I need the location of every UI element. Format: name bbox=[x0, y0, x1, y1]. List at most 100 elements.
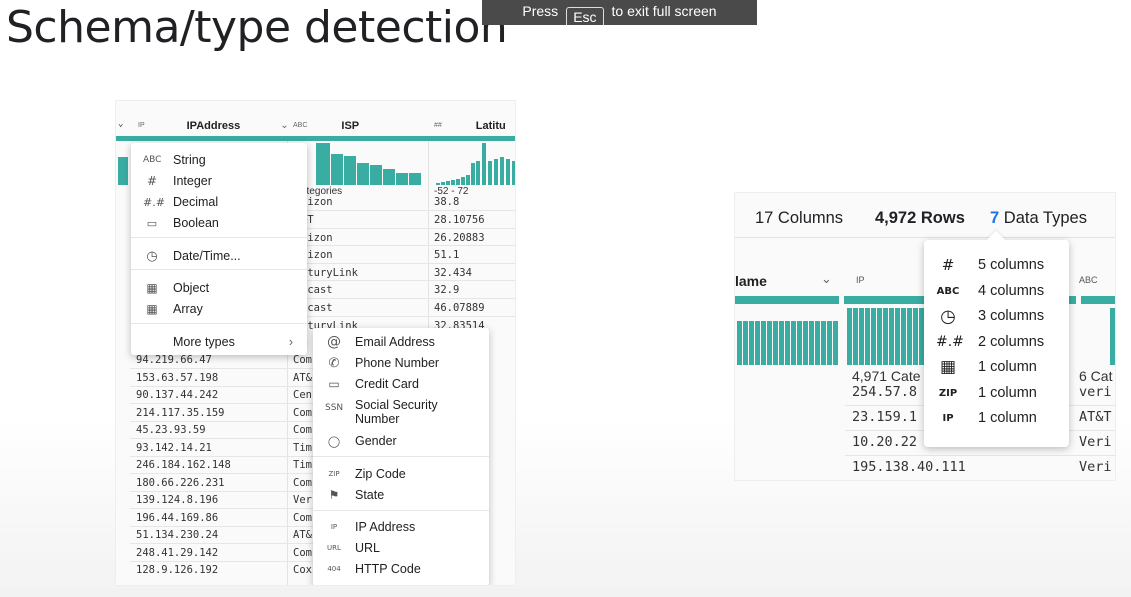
column-header-name[interactable]: lame bbox=[735, 273, 767, 289]
histogram-bar bbox=[482, 143, 486, 185]
menu-item-label: Decimal bbox=[173, 195, 219, 209]
histogram-bar bbox=[494, 159, 498, 185]
menu-item-array[interactable]: ▦ Array bbox=[143, 300, 203, 318]
tooltip-count: 5 columns bbox=[978, 257, 1045, 273]
data-types-link[interactable]: 7 Data Types bbox=[990, 209, 1087, 228]
histogram-bar bbox=[331, 154, 343, 185]
ip-cell: 214.117.35.159 bbox=[136, 407, 225, 419]
submenu-item-state[interactable]: ⚑ State bbox=[325, 486, 385, 504]
latitude-cell: 51.1 bbox=[434, 249, 460, 261]
clock-icon: ◷ bbox=[940, 305, 956, 327]
type-badge: ABC bbox=[293, 122, 308, 129]
column-header-ipaddress[interactable]: IP IPAddress ⌄ bbox=[138, 117, 289, 134]
column-name: Latitu bbox=[475, 119, 506, 132]
menu-item-label: Integer bbox=[173, 174, 212, 188]
menu-item-boolean[interactable]: ▭ Boolean bbox=[143, 214, 219, 232]
submenu-item-gender[interactable]: ◯ Gender bbox=[325, 432, 397, 450]
menu-item-datetime[interactable]: ◷ Date/Time... bbox=[143, 247, 240, 265]
header-accent-line bbox=[116, 136, 515, 141]
tooltip-count: 1 column bbox=[978, 385, 1037, 401]
column-header-latitude[interactable]: ## Latitu bbox=[434, 117, 515, 134]
row-divider bbox=[130, 508, 330, 509]
histogram-bar bbox=[370, 165, 382, 185]
submenu-item-zip[interactable]: ZIP Zip Code bbox=[325, 465, 406, 483]
menu-divider bbox=[313, 510, 489, 511]
slide-title: Schema/type detection bbox=[6, 2, 508, 53]
isp-cell: Tim bbox=[293, 442, 312, 454]
row-divider bbox=[130, 456, 330, 457]
latitude-cell: 32.434 bbox=[434, 267, 472, 279]
menu-divider bbox=[131, 323, 307, 324]
abc-icon: ABC bbox=[143, 155, 162, 165]
histogram-bar bbox=[441, 182, 445, 185]
ip-cell: 23.159.1 bbox=[852, 409, 918, 425]
decimal-icon: #.# bbox=[143, 195, 165, 209]
row-divider bbox=[130, 561, 330, 562]
submenu-item-phone[interactable]: ✆ Phone Number bbox=[325, 354, 440, 372]
ip-cell: 153.63.57.198 bbox=[136, 372, 219, 384]
isp-cell: Veri bbox=[1079, 434, 1112, 450]
menu-item-label: State bbox=[355, 488, 385, 502]
menu-item-label: Phone Number bbox=[355, 356, 440, 370]
chevron-right-icon: › bbox=[288, 335, 293, 349]
isp-cell: Veri bbox=[1079, 459, 1112, 475]
tooltip-row-datetime: ◷ 3 columns bbox=[936, 305, 1044, 327]
menu-item-label: URL bbox=[355, 541, 381, 555]
histogram-bar bbox=[476, 161, 480, 185]
data-types-tooltip: # 5 columns ABC 4 columns ◷ 3 columns #.… bbox=[924, 240, 1069, 447]
menu-item-label: Credit Card bbox=[355, 377, 419, 391]
data-types-count: 7 bbox=[990, 209, 1000, 227]
row-divider bbox=[293, 245, 515, 246]
chevron-down-icon[interactable]: ⌄ bbox=[280, 120, 288, 131]
chevron-down-icon[interactable]: ⌄ bbox=[821, 271, 832, 287]
type-badge: IP bbox=[138, 122, 145, 129]
histogram-bar bbox=[383, 169, 395, 185]
isp-cell: Com bbox=[293, 354, 312, 366]
banner-press: Press bbox=[522, 3, 559, 19]
clock-icon: ◷ bbox=[146, 248, 158, 264]
histogram-bar bbox=[1110, 308, 1115, 365]
tooltip-count: 1 column bbox=[978, 359, 1037, 375]
ip-cell: 51.134.230.24 bbox=[136, 529, 219, 541]
abc-icon: ABC bbox=[936, 285, 960, 297]
type-badge: ## bbox=[434, 122, 442, 129]
menu-item-label: Boolean bbox=[173, 216, 219, 230]
ip-categories-caption: 4,971 Cate bbox=[852, 368, 921, 384]
menu-item-label: Zip Code bbox=[355, 467, 406, 481]
row-divider bbox=[293, 298, 515, 299]
hash-icon: # bbox=[941, 256, 955, 274]
menu-item-label: Social Security Number bbox=[355, 398, 438, 426]
submenu-item-ip[interactable]: IP IP Address bbox=[325, 518, 415, 536]
phone-icon: ✆ bbox=[328, 355, 340, 371]
submenu-item-credit-card[interactable]: ▭ Credit Card bbox=[325, 375, 419, 393]
person-icon: ◯ bbox=[327, 434, 341, 448]
at-icon: @ bbox=[327, 334, 341, 350]
tooltip-count: 3 columns bbox=[978, 308, 1045, 324]
submenu-item-url[interactable]: URL URL bbox=[325, 539, 380, 557]
menu-item-more-types[interactable]: More types › bbox=[173, 333, 293, 351]
submenu-item-ssn[interactable]: SSN Social Security Number bbox=[325, 398, 438, 428]
menu-item-integer[interactable]: # Integer bbox=[143, 172, 212, 190]
histogram-bar bbox=[316, 143, 330, 185]
ip-cell: 10.20.22 bbox=[852, 434, 918, 450]
ssn-line-2: Number bbox=[355, 412, 400, 426]
row-divider bbox=[293, 263, 515, 264]
toggle-icon: ▭ bbox=[146, 216, 158, 230]
isp-cell: nturyLink bbox=[301, 267, 358, 279]
menu-item-label: More types bbox=[173, 335, 235, 349]
column-header-isp[interactable]: ABC ISP bbox=[293, 117, 428, 134]
submenu-item-http-code[interactable]: 404 HTTP Code bbox=[325, 560, 420, 578]
menu-item-label: String bbox=[173, 153, 206, 167]
submenu-item-email[interactable]: @ Email Address bbox=[325, 333, 435, 351]
menu-item-object[interactable]: ▦ Object bbox=[143, 279, 209, 297]
menu-item-string[interactable]: ABC String bbox=[143, 151, 206, 169]
column-name: ISP bbox=[341, 119, 360, 132]
tooltip-count: 1 column bbox=[978, 410, 1037, 426]
isp-cell: AT&T bbox=[1079, 409, 1112, 425]
row-divider bbox=[293, 280, 515, 281]
histogram-bar bbox=[466, 175, 470, 185]
histogram-bar bbox=[488, 161, 492, 185]
column-name: IPAddress bbox=[186, 119, 241, 132]
menu-item-decimal[interactable]: #.# Decimal bbox=[143, 193, 218, 211]
tooltip-count: 4 columns bbox=[978, 283, 1045, 299]
